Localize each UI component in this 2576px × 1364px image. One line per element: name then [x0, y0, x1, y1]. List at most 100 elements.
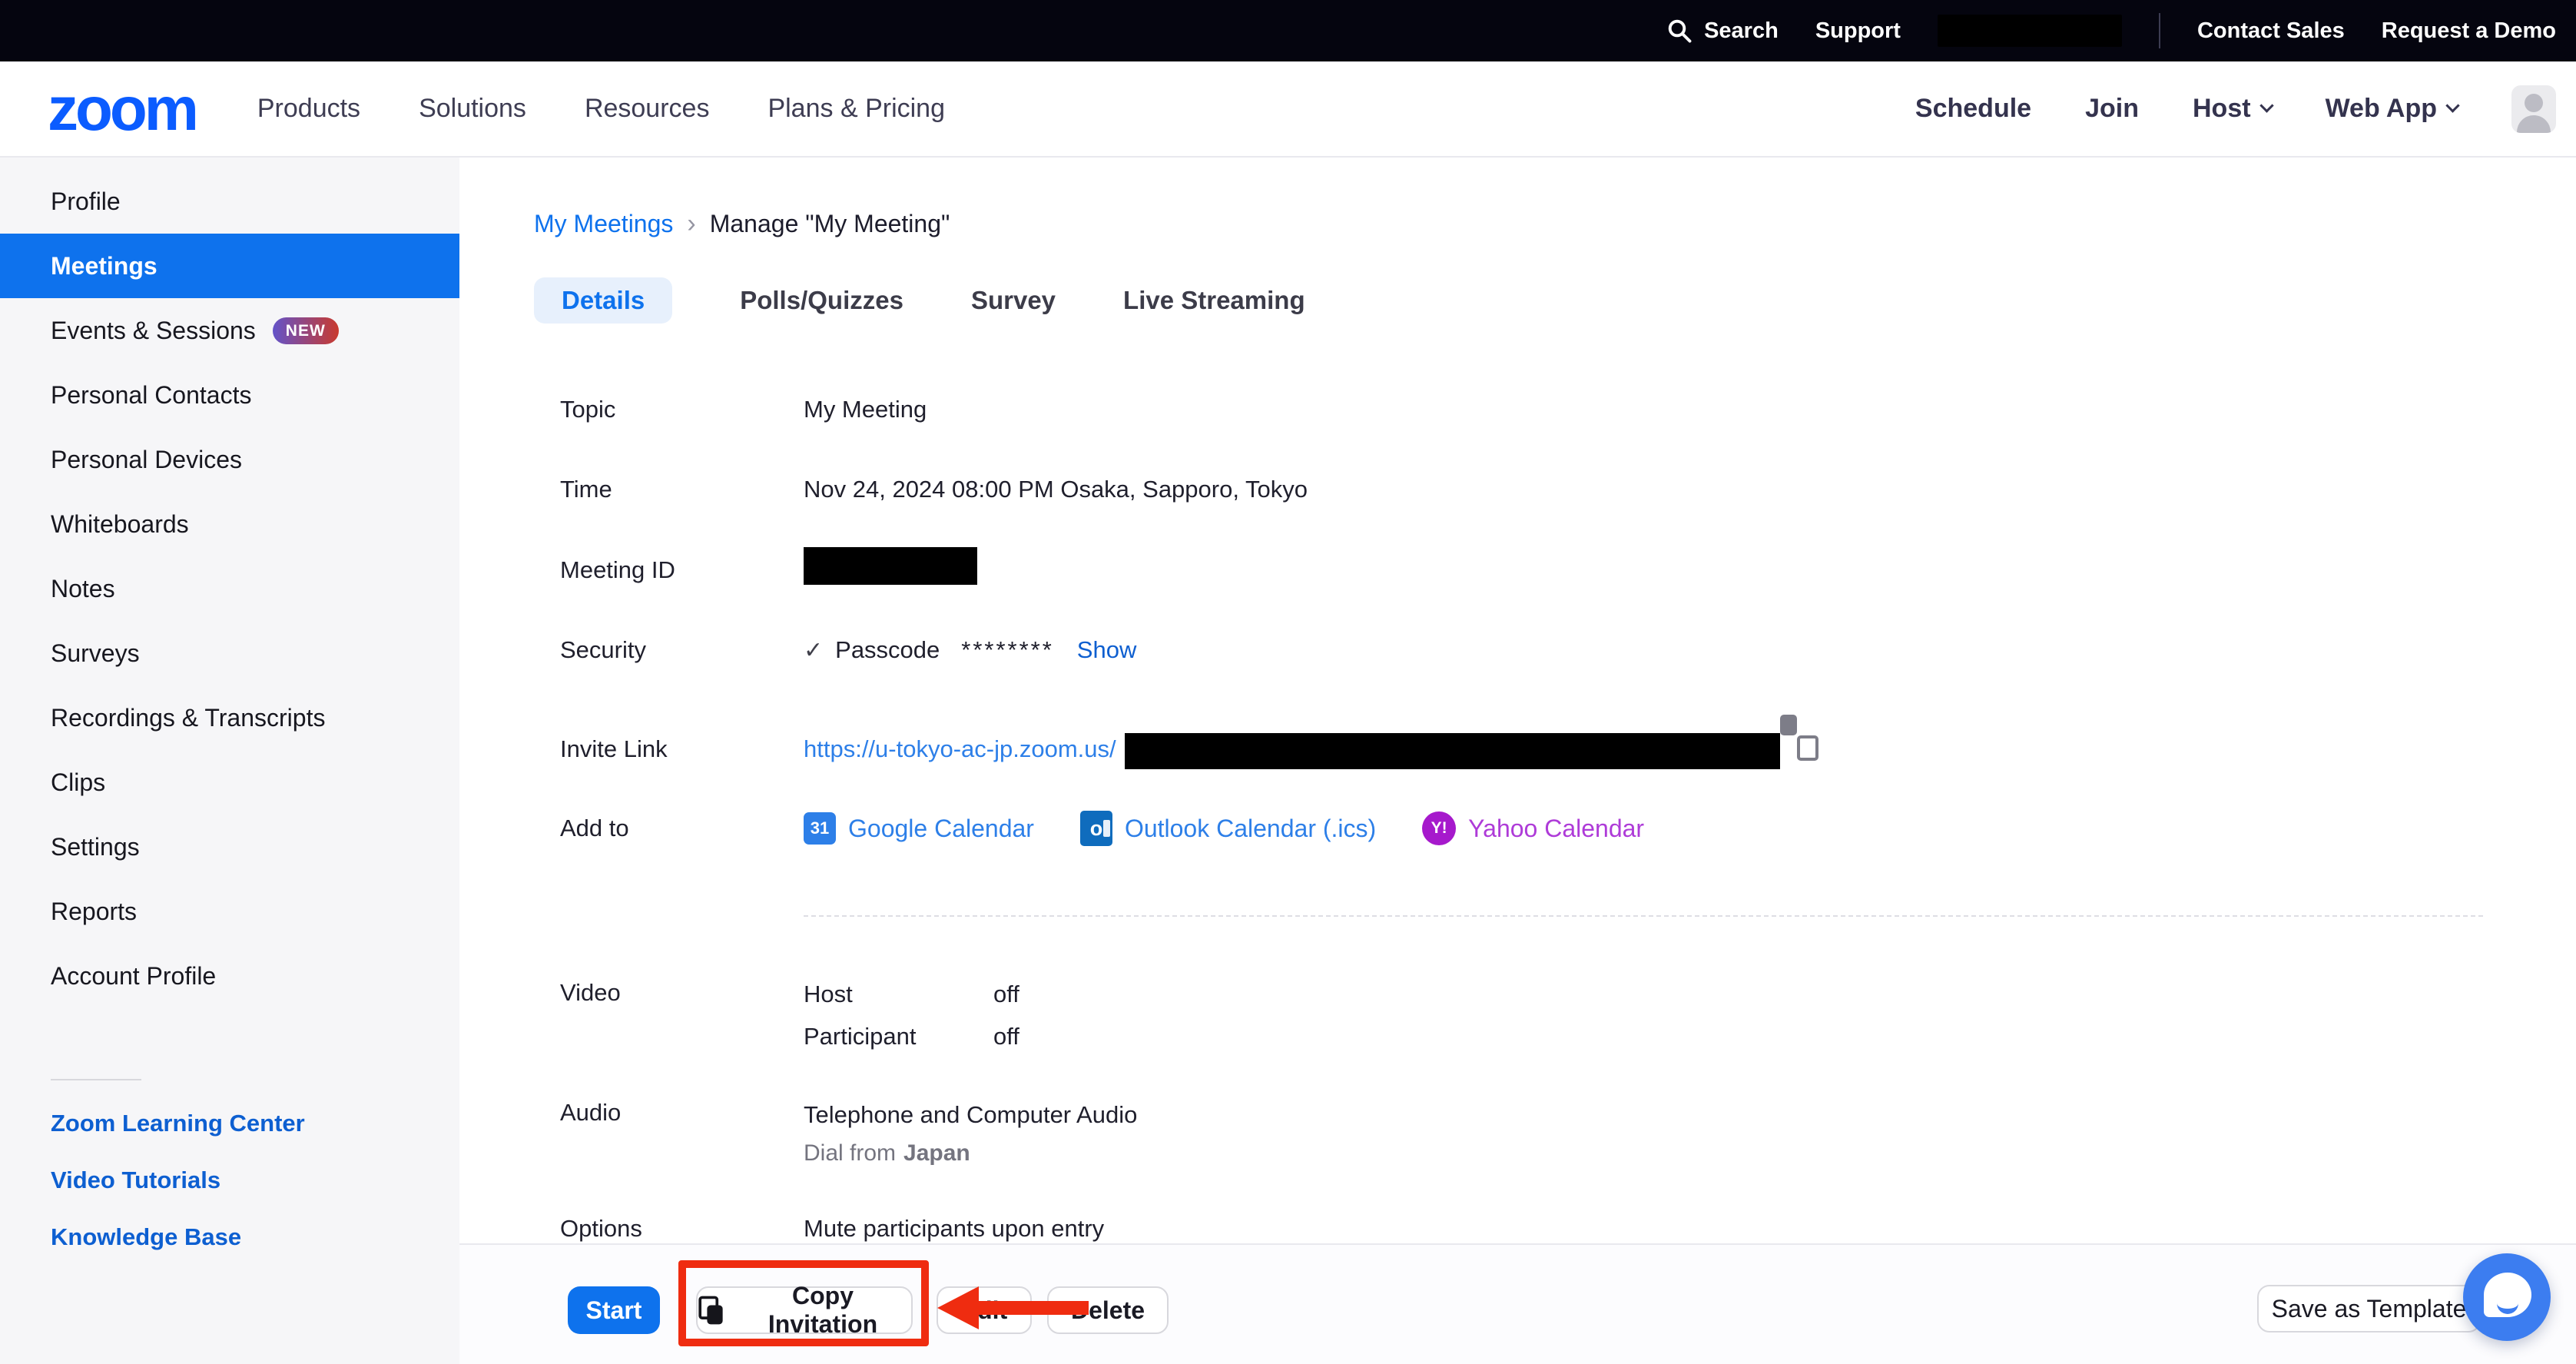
yahoo-calendar-icon: Y!: [1422, 811, 1456, 845]
sidebar-item-reports[interactable]: Reports: [0, 879, 459, 944]
sidebar-item-label: Whiteboards: [51, 510, 189, 539]
sidebar-item-events-sessions[interactable]: Events & Sessions NEW: [0, 298, 459, 363]
show-passcode-link[interactable]: Show: [1077, 636, 1137, 664]
audio-value-row: Telephone and Computer Audio: [804, 1098, 1137, 1132]
video-host-value: off: [993, 981, 1019, 1008]
calendar-links: 31 Google Calendar o Outlook Calendar (.…: [804, 811, 1644, 846]
video-participant-value: off: [993, 1023, 1019, 1050]
copy-invitation-label: Copy Invitation: [734, 1282, 911, 1339]
sidebar-link-knowledge-base[interactable]: Knowledge Base: [0, 1223, 459, 1251]
google-calendar-label: Google Calendar: [848, 815, 1034, 843]
copy-invitation-button[interactable]: Copy Invitation: [696, 1286, 913, 1334]
yahoo-calendar-link[interactable]: Y! Yahoo Calendar: [1422, 811, 1644, 845]
breadcrumb-separator: ›: [687, 209, 695, 239]
chat-support-button[interactable]: [2463, 1253, 2551, 1341]
sidebar-link-video-tutorials[interactable]: Video Tutorials: [0, 1167, 459, 1194]
sidebar-item-label: Settings: [51, 833, 140, 861]
tab-bar: Details Polls/Quizzes Survey Live Stream…: [534, 277, 1305, 324]
nav-join-label: Join: [2085, 94, 2139, 124]
nav-solutions[interactable]: Solutions: [419, 94, 526, 124]
nav-schedule[interactable]: Schedule: [1915, 94, 2031, 124]
tab-survey[interactable]: Survey: [971, 277, 1056, 324]
time-label: Time: [560, 476, 804, 503]
security-label: Security: [560, 636, 804, 664]
outlook-calendar-label: Outlook Calendar (.ics): [1125, 815, 1376, 843]
action-bar: Start Copy Invitation Edit Delete Save a…: [459, 1243, 2576, 1364]
sidebar-item-personal-contacts[interactable]: Personal Contacts: [0, 363, 459, 427]
redacted-meeting-id: [804, 547, 977, 585]
google-calendar-link[interactable]: 31 Google Calendar: [804, 812, 1034, 845]
sidebar-item-surveys[interactable]: Surveys: [0, 621, 459, 685]
breadcrumb-my-meetings[interactable]: My Meetings: [534, 210, 673, 238]
tab-polls-quizzes[interactable]: Polls/Quizzes: [740, 277, 903, 324]
dial-from-country: Japan: [903, 1140, 970, 1167]
nav-plans-pricing[interactable]: Plans & Pricing: [767, 94, 945, 124]
sidebar-item-recordings-transcripts[interactable]: Recordings & Transcripts: [0, 685, 459, 750]
zoom-web-portal: Search Support Contact Sales Request a D…: [0, 0, 2576, 1364]
invite-link-url[interactable]: https://u-tokyo-ac-jp.zoom.us/: [804, 735, 1116, 763]
zoom-logo[interactable]: zoom: [48, 78, 196, 140]
nav-products[interactable]: Products: [257, 94, 360, 124]
sidebar-item-label: Clips: [51, 768, 105, 797]
audio-value: Telephone and Computer Audio: [804, 1101, 1137, 1129]
video-participant-label: Participant: [804, 1023, 993, 1050]
add-to-label: Add to: [560, 815, 804, 842]
search-button[interactable]: Search: [1666, 17, 1779, 45]
request-demo-link[interactable]: Request a Demo: [2382, 18, 2556, 44]
audio-label-text: Audio: [560, 1099, 804, 1127]
sidebar-item-label: Reports: [51, 898, 137, 926]
sidebar-item-settings[interactable]: Settings: [0, 815, 459, 879]
contact-sales-link[interactable]: Contact Sales: [2197, 18, 2345, 44]
sidebar-item-whiteboards[interactable]: Whiteboards: [0, 492, 459, 556]
search-icon: [1666, 17, 1693, 45]
sidebar-item-label: Profile: [51, 188, 121, 216]
save-as-template-button[interactable]: Save as Template: [2257, 1285, 2481, 1332]
sidebar-item-notes[interactable]: Notes: [0, 556, 459, 621]
nav-host-dropdown[interactable]: Host: [2193, 94, 2272, 124]
video-participant-row: Participant off: [804, 1020, 1019, 1054]
time-row: Time Nov 24, 2024 08:00 PM Osaka, Sappor…: [560, 473, 1308, 506]
nav-webapp-dropdown[interactable]: Web App: [2326, 94, 2458, 124]
dial-from-prefix: Dial from: [804, 1140, 896, 1167]
sidebar-item-account-profile[interactable]: Account Profile: [0, 944, 459, 1008]
tab-live-streaming[interactable]: Live Streaming: [1123, 277, 1305, 324]
dial-from-row: Dial from Japan: [804, 1137, 970, 1170]
nav-resources[interactable]: Resources: [585, 94, 710, 124]
topic-row: Topic My Meeting: [560, 393, 927, 426]
start-button[interactable]: Start: [568, 1286, 660, 1334]
tab-details[interactable]: Details: [534, 277, 672, 324]
main-navbar: zoom Products Solutions Resources Plans …: [0, 61, 2576, 158]
outlook-calendar-link[interactable]: o Outlook Calendar (.ics): [1080, 811, 1376, 846]
redacted-account-info: [1938, 15, 2122, 47]
sidebar-item-meetings[interactable]: Meetings: [0, 234, 459, 298]
nav-join[interactable]: Join: [2085, 94, 2139, 124]
video-host-label: Host: [804, 981, 993, 1008]
nav-schedule-label: Schedule: [1915, 94, 2031, 124]
audio-label: Audio: [560, 1096, 804, 1130]
sidebar-item-profile[interactable]: Profile: [0, 169, 459, 234]
topic-label: Topic: [560, 396, 804, 423]
options-label: Options: [560, 1212, 804, 1246]
nav-host-label: Host: [2193, 94, 2251, 124]
video-label: Video: [560, 976, 804, 1010]
new-badge: NEW: [273, 317, 339, 344]
chevron-down-icon: [2259, 98, 2273, 112]
invite-link-label: Invite Link: [560, 735, 804, 763]
sidebar-item-clips[interactable]: Clips: [0, 750, 459, 815]
sidebar-link-learning-center[interactable]: Zoom Learning Center: [0, 1110, 459, 1137]
annotation-arrow-shaft: [977, 1301, 1089, 1315]
user-avatar[interactable]: [2511, 85, 2556, 133]
passcode-mask: ********: [961, 636, 1054, 664]
section-divider: [804, 915, 2483, 917]
topbar-divider: [2159, 13, 2160, 48]
sidebar-item-label: Events & Sessions: [51, 317, 256, 345]
nav-right: Schedule Join Host Web App: [1915, 85, 2556, 133]
time-value: Nov 24, 2024 08:00 PM Osaka, Sapporo, To…: [804, 476, 1308, 503]
sidebar-item-personal-devices[interactable]: Personal Devices: [0, 427, 459, 492]
checkmark-icon: ✓: [804, 637, 823, 664]
video-label-text: Video: [560, 979, 804, 1007]
options-value: Mute participants upon entry: [804, 1215, 1104, 1243]
sidebar-item-label: Account Profile: [51, 962, 216, 991]
main-content: My Meetings › Manage "My Meeting" Detail…: [459, 158, 2576, 1364]
support-link[interactable]: Support: [1815, 18, 1901, 44]
